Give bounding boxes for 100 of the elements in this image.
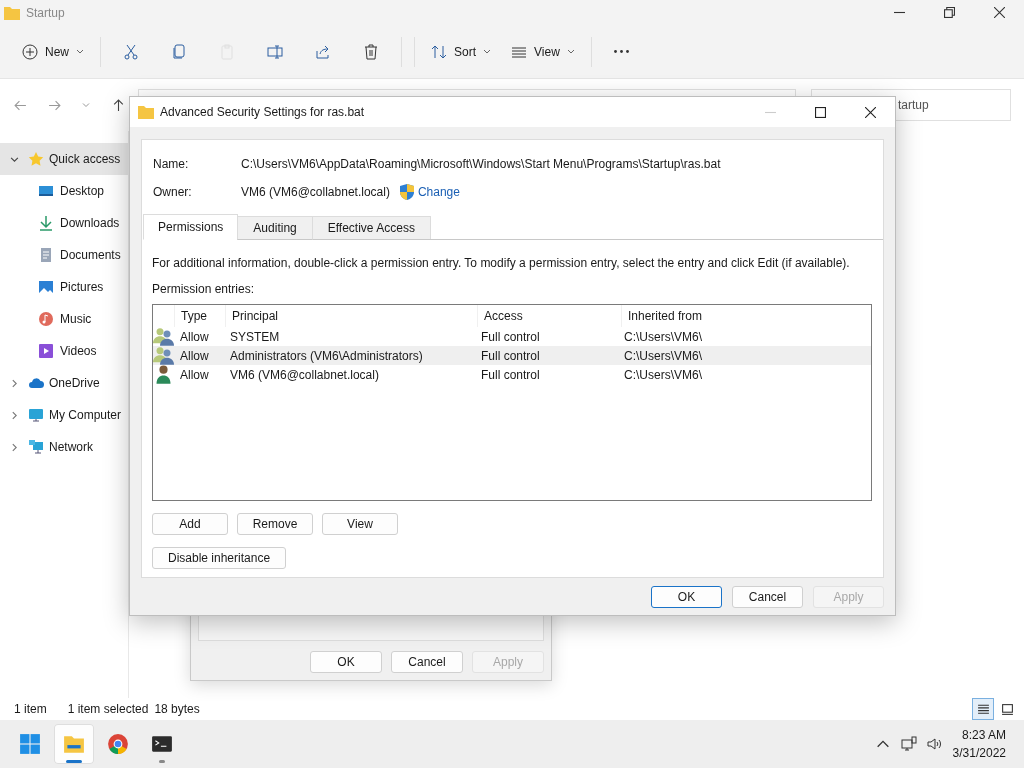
column-header[interactable]: Inherited from — [622, 309, 703, 323]
clock[interactable]: 8:23 AM 3/31/2022 — [952, 726, 1006, 762]
table-cell-text: Full control — [480, 329, 541, 344]
back-icon[interactable] — [14, 98, 27, 112]
nav-item[interactable]: Videos — [0, 335, 128, 367]
caret-icon — [483, 49, 492, 54]
share-icon — [315, 43, 331, 60]
disable-inheritance-button[interactable]: Disable inheritance — [152, 547, 287, 569]
status-text: 18 bytes — [154, 702, 200, 716]
plus-icon — [22, 43, 38, 60]
trash-icon — [363, 43, 379, 60]
running-indicator — [159, 760, 165, 763]
column-header[interactable]: Type — [175, 305, 226, 327]
column-header[interactable]: Access — [478, 305, 622, 327]
permission-row[interactable]: Allow Administrators (VM6\Administrators) Full control C:\Users\VM6\ — [153, 346, 871, 365]
rename-icon — [267, 43, 283, 60]
users-icon — [153, 346, 174, 365]
nav-item[interactable]: Quick access — [0, 143, 128, 175]
folder-icon — [138, 105, 154, 119]
chevron-icon[interactable] — [10, 378, 19, 388]
dialog-button[interactable]: OK — [310, 651, 382, 673]
nav-item[interactable]: OneDrive — [0, 367, 128, 399]
tab[interactable]: Auditing — [237, 216, 313, 240]
file-path: C:\Users\VM6\AppData\Roaming\Microsoft\Windows\Start Menu\Programs\Startup\ras.bat — [241, 157, 721, 171]
volume-icon[interactable] — [926, 736, 943, 752]
table-cell-text: Full control — [480, 367, 541, 382]
tab[interactable]: Effective Access — [311, 216, 431, 240]
tab[interactable]: Permissions — [143, 214, 239, 240]
table-cell-text: Allow — [179, 367, 210, 382]
windows-logo-icon — [19, 733, 41, 755]
details-icon — [976, 702, 990, 716]
details-view-button[interactable] — [972, 698, 994, 720]
change-link[interactable]: Change — [417, 185, 460, 199]
chevron-icon[interactable] — [10, 410, 19, 420]
copy-icon — [171, 43, 187, 60]
nav-item[interactable]: Pictures — [0, 271, 128, 303]
dialog-title: Advanced Security Settings for ras.bat — [160, 105, 365, 119]
table-cell-text: C:\Users\VM6\ — [623, 348, 702, 363]
list-action-button[interactable]: Add — [152, 513, 228, 535]
field-label: Name: — [153, 157, 190, 171]
table-cell-text: Allow — [179, 329, 210, 344]
browser-icon — [107, 733, 129, 755]
shield-icon — [399, 184, 414, 200]
chevron-icon[interactable] — [10, 154, 19, 164]
table-cell-text: VM6 (VM6@collabnet.local) — [229, 367, 380, 382]
restore-icon[interactable] — [944, 7, 955, 18]
up-icon[interactable] — [112, 98, 125, 112]
permission-row[interactable]: Allow VM6 (VM6@collabnet.local) Full control C:\Users\VM6\ — [153, 365, 871, 384]
dialog-button[interactable]: Cancel — [391, 651, 463, 673]
network-icon — [28, 439, 44, 455]
table-cell-text: Administrators (VM6\Administrators) — [229, 348, 424, 363]
download-icon — [38, 215, 54, 231]
network-icon[interactable] — [900, 736, 917, 752]
preview-icon — [1000, 702, 1014, 716]
owner-name: VM6 (VM6@collabnet.local) — [241, 185, 390, 199]
window-title: Startup — [26, 5, 65, 20]
explorer-taskbar-button[interactable] — [54, 724, 94, 764]
column-header[interactable]: Principal — [226, 305, 478, 327]
monitor-icon — [28, 407, 44, 423]
table-cell-text: SYSTEM — [229, 329, 281, 344]
nav-item[interactable]: Downloads — [0, 207, 128, 239]
terminal-icon — [151, 733, 173, 755]
picture-icon — [38, 279, 54, 295]
status-text: 1 item — [14, 702, 47, 716]
list-action-button[interactable]: Remove — [237, 513, 313, 535]
more-icon — [613, 50, 629, 53]
nav-item[interactable]: Desktop — [0, 175, 128, 207]
sort-button[interactable]: Sort — [421, 34, 502, 69]
cloud-icon — [28, 375, 44, 391]
table-cell-text: C:\Users\VM6\ — [623, 367, 702, 382]
view-button[interactable]: View — [501, 34, 585, 69]
nav-item[interactable]: Music — [0, 303, 128, 335]
running-indicator — [66, 760, 82, 763]
nav-item[interactable]: Network — [0, 431, 128, 463]
folder-icon — [63, 733, 85, 755]
table-cell-text: Full control — [480, 348, 541, 363]
list-action-button[interactable]: View — [322, 513, 398, 535]
chevron-icon[interactable] — [10, 442, 19, 452]
new-button[interactable]: New — [12, 34, 94, 69]
caret-icon — [566, 49, 575, 54]
dialog-button[interactable]: OK — [651, 585, 722, 608]
folder-icon — [4, 5, 20, 20]
sort-icon — [431, 43, 447, 60]
info-text: For additional information, double-click a permission entry. To modify a permission entry, select the entry and click Edit (if available). — [152, 256, 851, 270]
forward-icon[interactable] — [48, 98, 61, 112]
scissors-icon — [123, 43, 139, 60]
close-icon[interactable] — [865, 106, 876, 118]
document-icon — [38, 247, 54, 263]
permission-row[interactable]: Allow SYSTEM Full control C:\Users\VM6\ — [153, 327, 871, 346]
nav-item[interactable]: Documents — [0, 239, 128, 271]
table-cell-text: Allow — [179, 348, 210, 363]
video-icon — [38, 343, 54, 359]
star-icon — [28, 151, 44, 167]
dialog-button[interactable]: Cancel — [732, 585, 803, 608]
nav-item[interactable]: My Computer — [0, 399, 128, 431]
maximize-icon[interactable] — [815, 106, 826, 118]
section-label: Permission entries: — [152, 282, 256, 296]
desktop-icon — [38, 183, 54, 199]
close-icon[interactable] — [994, 7, 1005, 18]
table-cell-text: C:\Users\VM6\ — [623, 329, 702, 344]
